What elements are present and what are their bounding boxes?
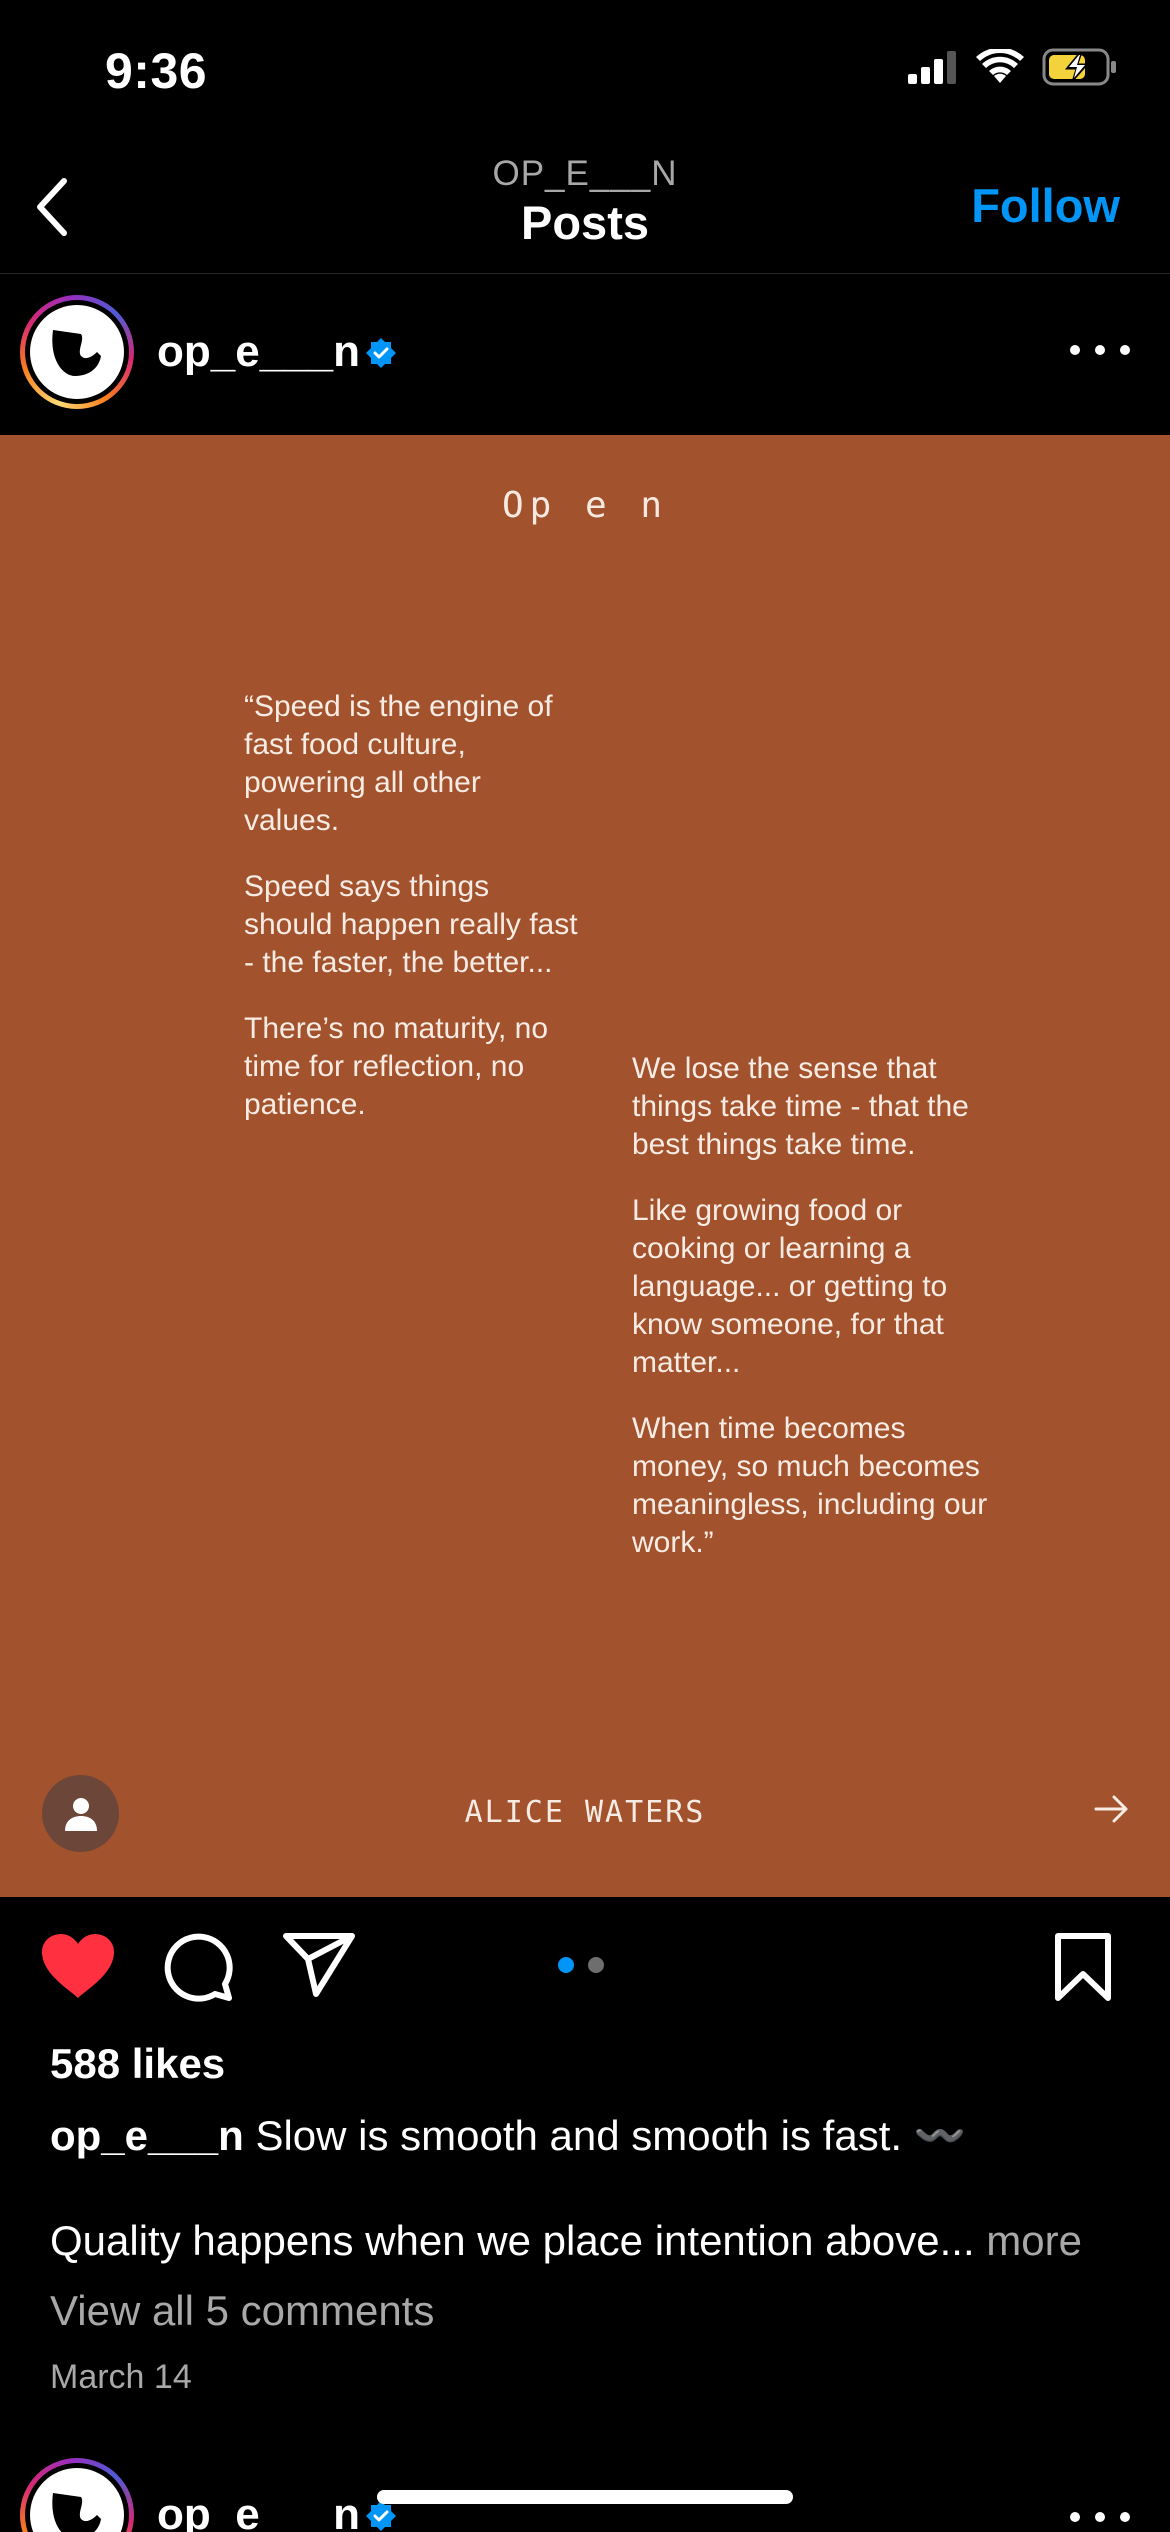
caption-line2: Quality happens when we place intention … [50,2217,975,2264]
caption: op_e___n Slow is smooth and smooth is fa… [50,2110,1130,2162]
next-post-username[interactable]: op_e___n [157,2490,360,2532]
quote-left-column: “Speed is the engine of fast food cultur… [244,688,584,1152]
post-media[interactable]: Op e n “Speed is the engine of fast food… [0,435,1170,1897]
post-date: March 14 [50,2358,192,2396]
bookmark-icon[interactable] [1054,1932,1112,2002]
brand-logo-icon [52,2493,101,2532]
post-action-bar [0,1897,1170,2027]
more-link[interactable]: more [986,2217,1082,2264]
quote-right-column: We lose the sense that things take time … [632,1050,992,1590]
quote-author: ALICE WATERS [464,1795,706,1830]
media-brand-text: Op e n [501,485,669,526]
more-options-icon[interactable] [1070,2512,1130,2524]
view-comments-link[interactable]: View all 5 comments [50,2287,434,2335]
comment-icon[interactable] [163,1932,233,2002]
caption-text: Slow is smooth and smooth is fast. [255,2112,903,2159]
quote-paragraph: There’s no maturity, no time for reflect… [244,1012,549,1121]
arrow-right-icon [1094,1795,1128,1823]
quote-paragraph: Speed says things should happen really f… [244,870,578,979]
cellular-signal-icon [908,51,956,84]
heart-icon[interactable] [40,1932,116,2000]
likes-count[interactable]: 588 likes [50,2040,225,2088]
caption-continued: Quality happens when we place intention … [50,2217,1150,2265]
avatar[interactable] [20,295,134,409]
quote-paragraph: Like growing food or cooking or learning… [632,1194,948,1379]
verified-badge-icon [366,2501,396,2531]
status-bar: 9:36 [0,0,1170,140]
quote-paragraph: We lose the sense that things take time … [632,1052,969,1161]
verified-badge-icon [366,338,396,368]
avatar[interactable] [20,2458,134,2532]
media-author-row: ALICE WATERS [0,1775,1170,1855]
battery-charging-icon [1042,48,1116,86]
caption-username[interactable]: op_e___n [50,2112,244,2159]
follow-button[interactable]: Follow [971,178,1120,233]
home-indicator[interactable] [377,2490,793,2504]
post-header: op_e___n [0,275,1170,435]
post-username[interactable]: op_e___n [157,327,360,377]
brand-logo-icon [52,330,101,376]
caption-emoji: 〰️ [913,2112,967,2159]
status-time: 9:36 [105,43,208,99]
quote-paragraph: “Speed is the engine of fast food cultur… [244,690,553,837]
status-icons [908,48,1118,86]
carousel-indicator [558,1957,604,1973]
wifi-icon [976,49,1024,83]
quote-paragraph: When time becomes money, so much becomes… [632,1412,988,1559]
share-icon[interactable] [282,1932,356,1998]
carousel-dot-active [558,1957,574,1973]
top-nav-bar: OP_E___N Posts Follow [0,140,1170,274]
carousel-dot [588,1957,604,1973]
more-options-icon[interactable] [1070,335,1130,365]
